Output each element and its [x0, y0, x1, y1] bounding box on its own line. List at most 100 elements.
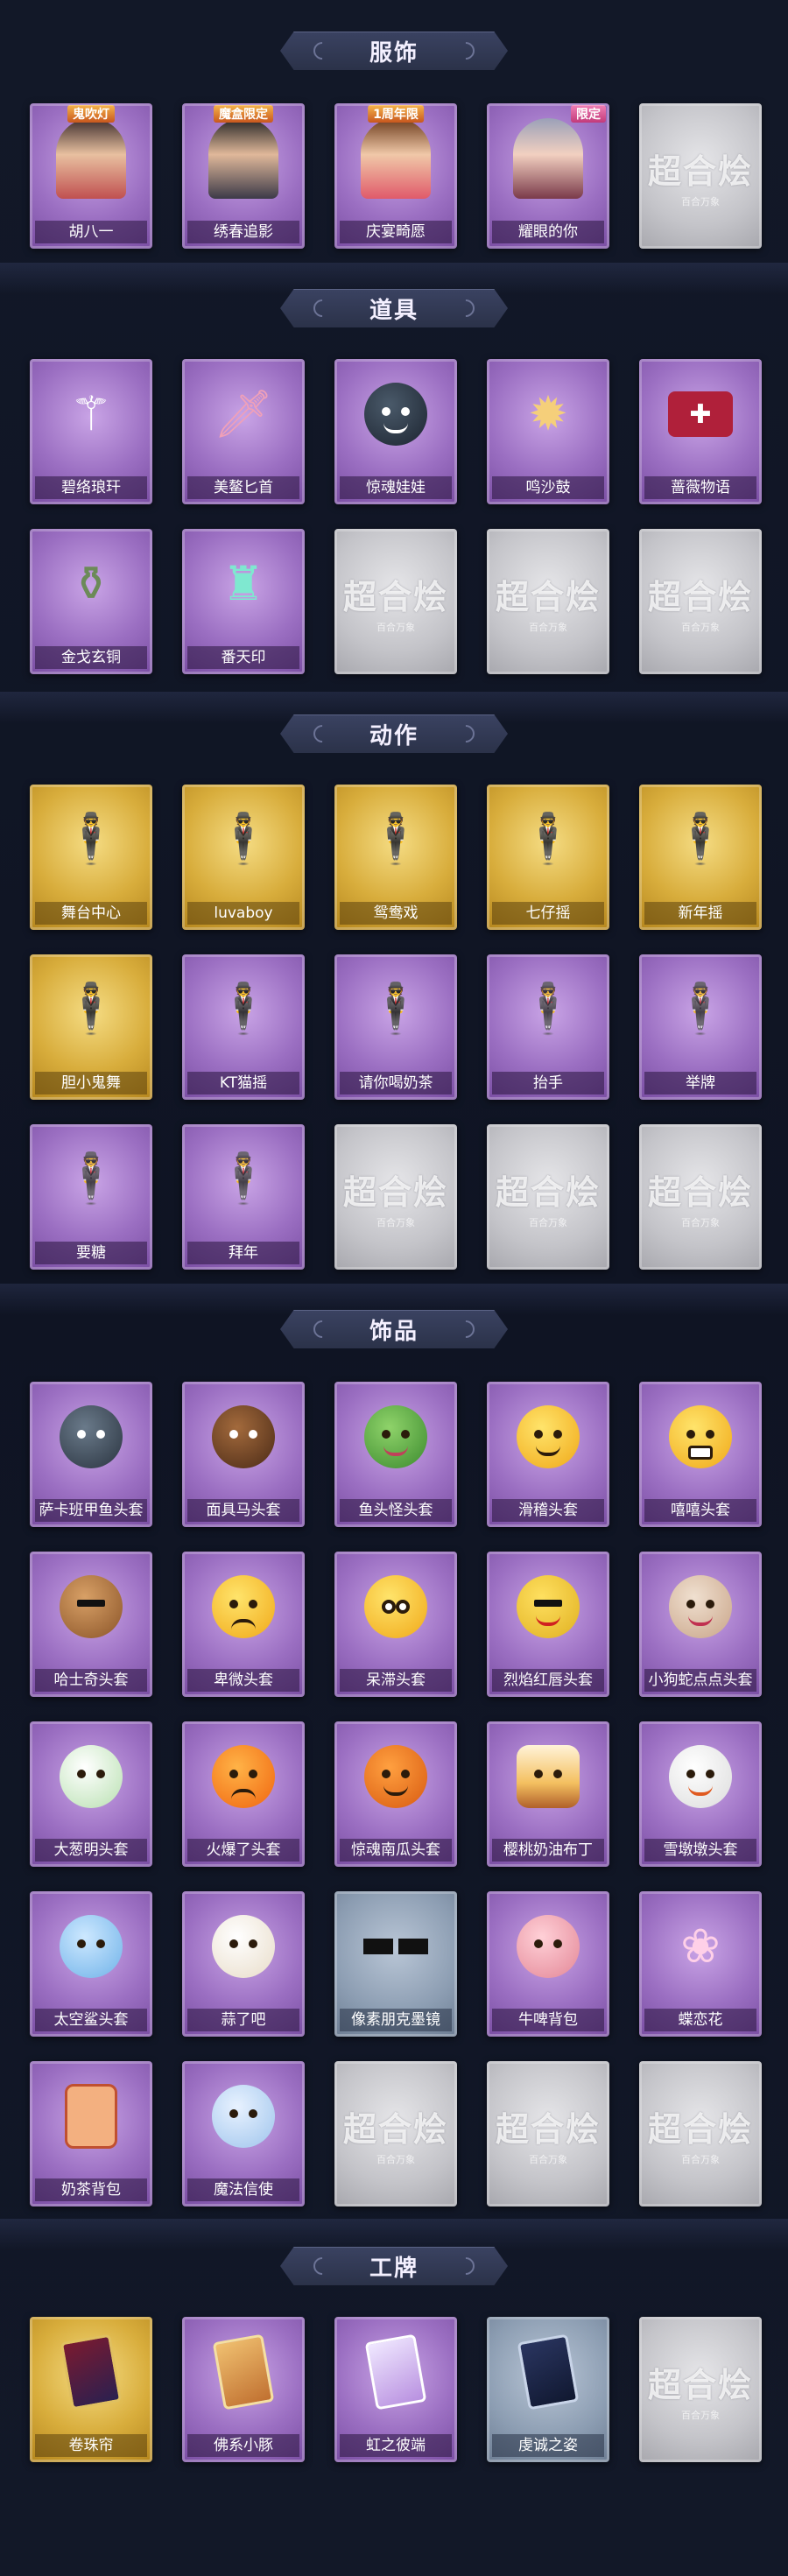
item-card-locked[interactable]: 超合烩 百合万象 — [639, 103, 762, 249]
item-card-actions-4[interactable]: 🕴 七仔摇 — [487, 785, 609, 930]
item-card-actions-8[interactable]: 🕴 请你喝奶茶 — [334, 954, 457, 1100]
item-card-props-2[interactable]: 🗡 美鳌匕首 — [182, 359, 305, 504]
item-card-props-3[interactable]: 惊魂娃娃 — [334, 359, 457, 504]
item-label: 蒜了吧 — [187, 2009, 299, 2031]
item-label: 像素朋克墨镜 — [340, 2009, 452, 2031]
section-title-props: 道具 — [369, 297, 419, 324]
section-title-clothing: 服饰 — [369, 39, 419, 67]
item-card-accessories-2[interactable]: 面具马头套 — [182, 1382, 305, 1527]
item-label: 蝶恋花 — [644, 2009, 756, 2031]
item-card-props-7[interactable]: ♜ 番天印 — [182, 529, 305, 674]
item-label: luvaboy — [187, 902, 299, 925]
item-label: 卷珠帘 — [35, 2434, 147, 2457]
item-label: 蔷薇物语 — [644, 476, 756, 499]
item-card-clothing-1[interactable]: 鬼吹灯 胡八一 — [30, 103, 152, 249]
item-label: 抬手 — [492, 1072, 604, 1094]
item-card-actions-2[interactable]: 🕴 luvaboy — [182, 785, 305, 930]
inventory-page: 服饰 鬼吹灯 胡八一 魔盒限定 绣春追影 1周年限 庆宴畸愿 限定 耀眼的你 超… — [0, 0, 788, 2576]
item-label: 七仔摇 — [492, 902, 604, 925]
section-banner-badges: 工牌 — [280, 2247, 508, 2285]
item-label: 牛啤背包 — [492, 2009, 604, 2031]
item-card-actions-11[interactable]: 🕴 要糖 — [30, 1124, 152, 1270]
item-label: 要糖 — [35, 1242, 147, 1264]
item-label: 鸣沙鼓 — [492, 476, 604, 499]
item-card-accessories-6[interactable]: 哈士奇头套 — [30, 1552, 152, 1697]
item-card-accessories-20[interactable]: ❀ 蝶恋花 — [639, 1891, 762, 2037]
item-card-accessories-9[interactable]: 烈焰红唇头套 — [487, 1552, 609, 1697]
item-card-accessories-12[interactable]: 火爆了头套 — [182, 1721, 305, 1867]
item-label: 耀眼的你 — [492, 221, 604, 243]
item-card-props-1[interactable]: ⚚ 碧络琅玕 — [30, 359, 152, 504]
item-label: 卑微头套 — [187, 1669, 299, 1692]
item-card-accessories-19[interactable]: 牛啤背包 — [487, 1891, 609, 2037]
item-label: 惊魂南瓜头套 — [340, 1839, 452, 1862]
item-label: 胡八一 — [35, 221, 147, 243]
section-title-accessories: 饰品 — [369, 1318, 419, 1345]
item-label: 雪墩墩头套 — [644, 1839, 756, 1862]
item-label: 惊魂娃娃 — [340, 476, 452, 499]
item-card-actions-9[interactable]: 🕴 抬手 — [487, 954, 609, 1100]
item-label: 舞台中心 — [35, 902, 147, 925]
section-title-actions: 动作 — [369, 722, 419, 750]
item-card-accessories-3[interactable]: 鱼头怪头套 — [334, 1382, 457, 1527]
item-label: 呆滞头套 — [340, 1669, 452, 1692]
item-label: 鱼头怪头套 — [340, 1499, 452, 1522]
item-card-accessories-18[interactable]: 像素朋克墨镜 — [334, 1891, 457, 2037]
item-card-locked[interactable]: 超合烩 百合万象 — [334, 529, 457, 674]
item-card-locked[interactable]: 超合烩 百合万象 — [334, 1124, 457, 1270]
item-label: 拜年 — [187, 1242, 299, 1264]
item-card-locked[interactable]: 超合烩 百合万象 — [639, 1124, 762, 1270]
item-card-accessories-13[interactable]: 惊魂南瓜头套 — [334, 1721, 457, 1867]
item-card-actions-5[interactable]: 🕴 新年摇 — [639, 785, 762, 930]
item-card-locked[interactable]: 超合烩 百合万象 — [487, 1124, 609, 1270]
item-label: 滑稽头套 — [492, 1499, 604, 1522]
item-label: 鸳鸯戏 — [340, 902, 452, 925]
item-label: 小狗蛇点点头套 — [644, 1669, 756, 1692]
item-label: 太空鲨头套 — [35, 2009, 147, 2031]
item-card-accessories-22[interactable]: 魔法信使 — [182, 2061, 305, 2206]
item-card-accessories-8[interactable]: 呆滞头套 — [334, 1552, 457, 1697]
item-card-accessories-4[interactable]: 滑稽头套 — [487, 1382, 609, 1527]
item-card-locked[interactable]: 超合烩 百合万象 — [639, 2061, 762, 2206]
item-label: 庆宴畸愿 — [340, 221, 452, 243]
item-card-actions-3[interactable]: 🕴 鸳鸯戏 — [334, 785, 457, 930]
item-card-accessories-7[interactable]: 卑微头套 — [182, 1552, 305, 1697]
item-label: 嘻嘻头套 — [644, 1499, 756, 1522]
item-card-locked[interactable]: 超合烩 百合万象 — [487, 2061, 609, 2206]
item-card-actions-12[interactable]: 🕴 拜年 — [182, 1124, 305, 1270]
item-label: 绣春追影 — [187, 221, 299, 243]
item-card-locked[interactable]: 超合烩 百合万象 — [639, 529, 762, 674]
item-card-actions-1[interactable]: 🕴 舞台中心 — [30, 785, 152, 930]
item-card-accessories-21[interactable]: 奶茶背包 — [30, 2061, 152, 2206]
item-card-locked[interactable]: 超合烩 百合万象 — [334, 2061, 457, 2206]
section-banner-clothing: 服饰 — [280, 32, 508, 70]
item-card-props-6[interactable]: ⚱ 金戈玄铜 — [30, 529, 152, 674]
item-card-badges-1[interactable]: 卷珠帘 — [30, 2317, 152, 2462]
item-card-actions-7[interactable]: 🕴 KT猫摇 — [182, 954, 305, 1100]
section-banner-accessories: 饰品 — [280, 1310, 508, 1348]
item-card-accessories-17[interactable]: 蒜了吧 — [182, 1891, 305, 2037]
item-card-actions-6[interactable]: 🕴 胆小鬼舞 — [30, 954, 152, 1100]
item-card-locked[interactable]: 超合烩 百合万象 — [639, 2317, 762, 2462]
item-label: 请你喝奶茶 — [340, 1072, 452, 1094]
item-card-accessories-10[interactable]: 小狗蛇点点头套 — [639, 1552, 762, 1697]
item-card-clothing-2[interactable]: 魔盒限定 绣春追影 — [182, 103, 305, 249]
item-label: 魔法信使 — [187, 2178, 299, 2201]
item-card-accessories-11[interactable]: 大葱明头套 — [30, 1721, 152, 1867]
item-label: KT猫摇 — [187, 1072, 299, 1094]
item-card-accessories-16[interactable]: 太空鲨头套 — [30, 1891, 152, 2037]
item-card-props-5[interactable]: ✚ 蔷薇物语 — [639, 359, 762, 504]
item-card-accessories-5[interactable]: 嘻嘻头套 — [639, 1382, 762, 1527]
item-card-actions-10[interactable]: 🕴 举牌 — [639, 954, 762, 1100]
item-card-clothing-4[interactable]: 限定 耀眼的你 — [487, 103, 609, 249]
item-card-accessories-15[interactable]: 雪墩墩头套 — [639, 1721, 762, 1867]
item-card-props-4[interactable]: ✹ 鸣沙鼓 — [487, 359, 609, 504]
item-card-badges-3[interactable]: 虹之彼端 — [334, 2317, 457, 2462]
item-card-accessories-1[interactable]: 萨卡班甲鱼头套 — [30, 1382, 152, 1527]
item-card-clothing-3[interactable]: 1周年限 庆宴畸愿 — [334, 103, 457, 249]
item-card-accessories-14[interactable]: 樱桃奶油布丁 — [487, 1721, 609, 1867]
item-card-badges-2[interactable]: 佛系小豚 — [182, 2317, 305, 2462]
item-card-locked[interactable]: 超合烩 百合万象 — [487, 529, 609, 674]
item-card-badges-4[interactable]: 虔诚之姿 — [487, 2317, 609, 2462]
item-label: 佛系小豚 — [187, 2434, 299, 2457]
